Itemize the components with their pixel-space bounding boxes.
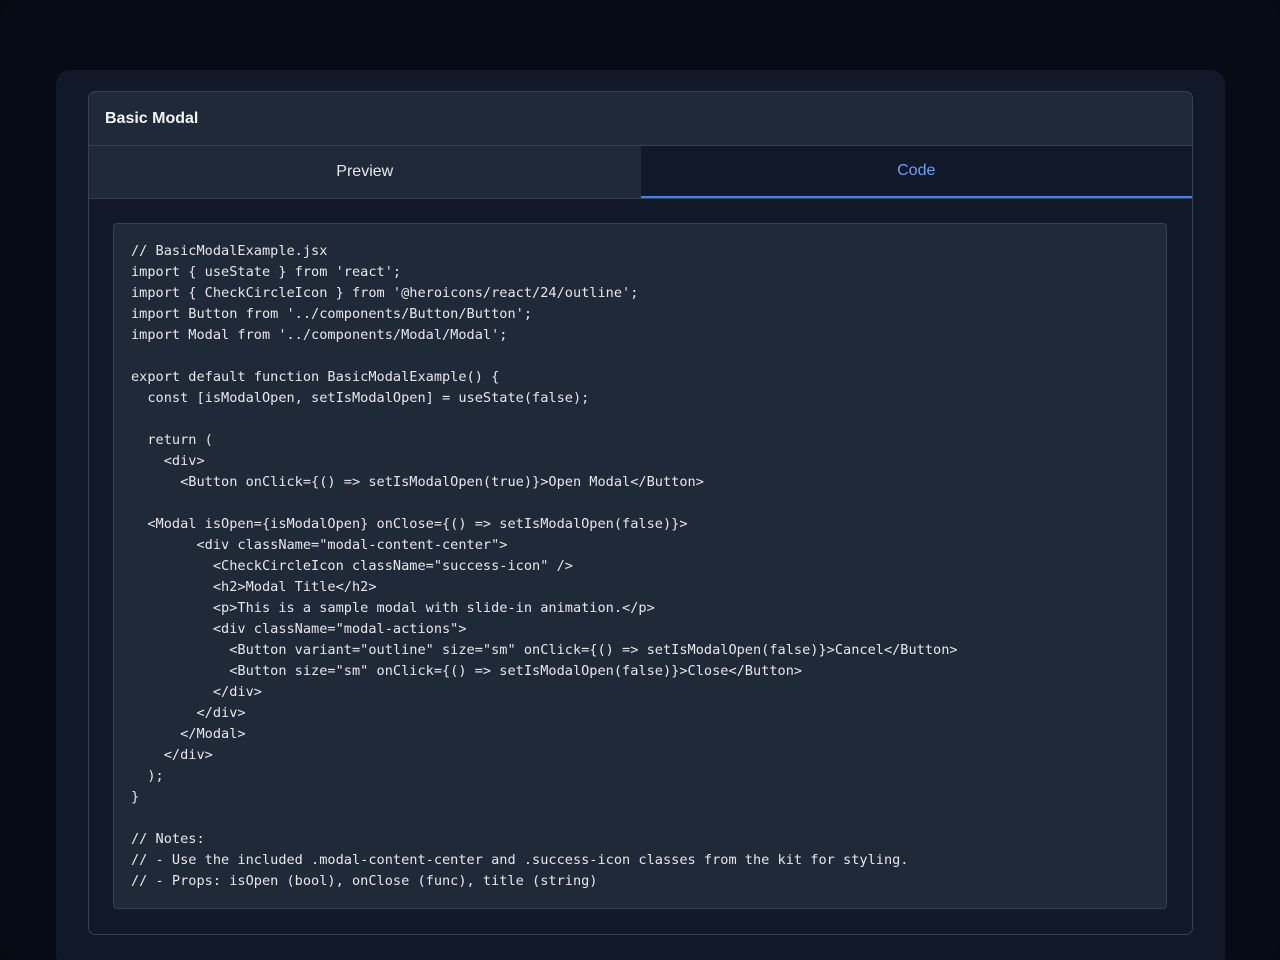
content-panel: Basic Modal Preview Code // BasicModalEx… [56, 70, 1225, 960]
tab-code[interactable]: Code [640, 146, 1192, 198]
example-card: Basic Modal Preview Code // BasicModalEx… [88, 91, 1193, 935]
tab-bar: Preview Code [89, 146, 1192, 199]
tab-panel-code: // BasicModalExample.jsx import { useSta… [89, 199, 1192, 934]
tab-preview[interactable]: Preview [89, 146, 641, 198]
card-title: Basic Modal [105, 109, 199, 127]
app-window: Basic Modal Preview Code // BasicModalEx… [0, 0, 1280, 960]
code-content[interactable]: // BasicModalExample.jsx import { useSta… [131, 241, 1149, 892]
code-block[interactable]: // BasicModalExample.jsx import { useSta… [113, 223, 1167, 909]
card-header: Basic Modal [89, 92, 1192, 146]
